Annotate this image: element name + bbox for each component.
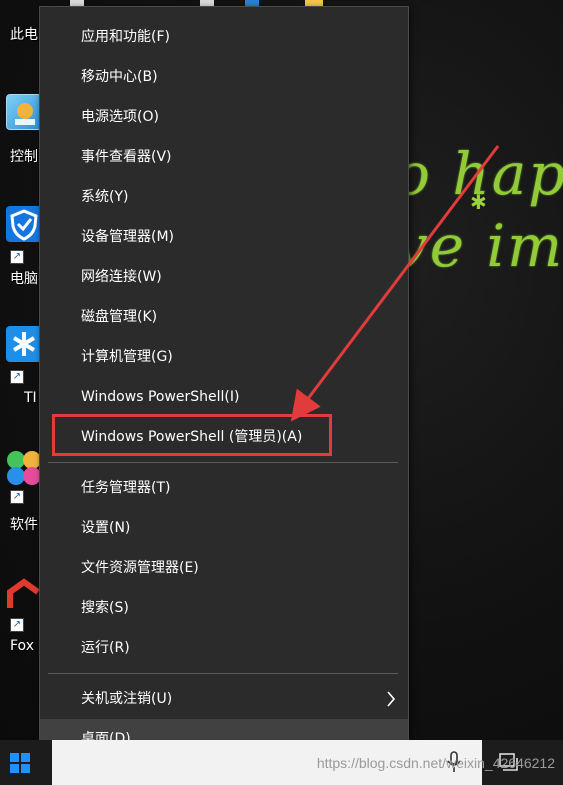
foxit-icon	[6, 578, 42, 614]
desktop-icon-label: 软件	[10, 517, 38, 533]
desktop-icon-label: Fox	[10, 638, 34, 654]
menu-item-mobility-center[interactable]: 移动中心(B)	[40, 57, 408, 97]
menu-item-run[interactable]: 运行(R)	[40, 628, 408, 668]
desktop-icon-label: 此电	[10, 27, 38, 43]
menu-item-file-explorer[interactable]: 文件资源管理器(E)	[40, 548, 408, 588]
watermark-text: https://blog.csdn.net/weixin_42646212	[316, 755, 555, 771]
chevron-right-icon	[384, 679, 398, 719]
start-button[interactable]	[0, 740, 40, 785]
windows-logo-icon	[10, 752, 30, 773]
menu-separator	[48, 462, 398, 463]
desktop-icon-label: 电脑	[10, 271, 38, 287]
menu-item-task-manager[interactable]: 任务管理器(T)	[40, 468, 408, 508]
shortcut-arrow-icon: ↗	[10, 490, 24, 504]
shortcut-arrow-icon: ↗	[10, 618, 24, 632]
desktop-icon-label: TI	[24, 390, 37, 406]
shortcut-arrow-icon: ↗	[10, 250, 24, 264]
menu-separator	[48, 673, 398, 674]
annotation-arrow-icon	[290, 145, 500, 422]
control-panel-icon	[6, 94, 42, 130]
menu-item-label: 关机或注销(U)	[81, 691, 173, 707]
shortcut-arrow-icon: ↗	[10, 370, 24, 384]
menu-item-settings[interactable]: 设置(N)	[40, 508, 408, 548]
menu-item-search[interactable]: 搜索(S)	[40, 588, 408, 628]
menu-item-apps-features[interactable]: 应用和功能(F)	[40, 17, 408, 57]
software-store-icon	[6, 448, 42, 485]
taskbar: https://blog.csdn.net/weixin_42646212	[0, 740, 563, 785]
menu-item-shutdown-signout[interactable]: 关机或注销(U)	[40, 679, 408, 719]
menu-item-power-options[interactable]: 电源选项(O)	[40, 97, 408, 137]
desktop-icon-label: 控制	[10, 149, 38, 165]
security-shield-icon	[6, 206, 42, 242]
app-icon	[6, 326, 42, 362]
